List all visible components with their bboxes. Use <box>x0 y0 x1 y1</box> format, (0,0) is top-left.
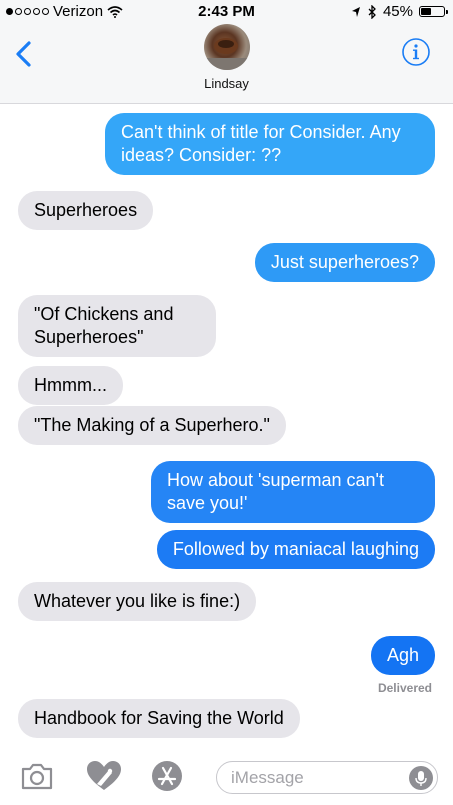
message-bubble[interactable]: Handbook for Saving the World <box>18 699 300 738</box>
message-bubble[interactable]: Hmmm... <box>18 366 123 405</box>
bluetooth-icon <box>368 4 376 19</box>
message-bubble[interactable]: Just superheroes? <box>254 243 435 282</box>
message-bubble[interactable]: "Of Chickens and Superheroes" <box>18 295 216 357</box>
message-bubble[interactable]: Whatever you like is fine:) <box>18 582 257 621</box>
delivered-status: Delivered <box>377 681 432 695</box>
app-store-button[interactable] <box>150 759 184 798</box>
app-store-icon <box>152 761 182 791</box>
location-arrow-icon <box>351 6 360 17</box>
info-button[interactable] <box>401 37 431 67</box>
message-bubble[interactable]: Followed by maniacal laughing <box>156 530 435 569</box>
message-bubble[interactable]: Agh <box>370 636 435 675</box>
status-right: 45% <box>351 3 448 20</box>
digital-touch-button[interactable] <box>84 759 124 798</box>
back-button[interactable] <box>10 37 40 71</box>
camera-button[interactable] <box>20 761 54 796</box>
contact-avatar[interactable] <box>204 24 250 70</box>
battery-percent: 45% <box>382 3 413 20</box>
message-bubble[interactable]: Superheroes <box>18 191 154 230</box>
chevron-left-icon <box>16 41 31 67</box>
info-icon <box>402 38 430 66</box>
message-bubble[interactable]: Can't think of title for Consider. Any i… <box>105 113 435 175</box>
message-bubble[interactable]: How about 'superman can't save you!' <box>151 461 435 523</box>
input-bar: iMessage <box>0 749 453 805</box>
message-bubble[interactable]: "The Making of a Superhero." <box>18 406 286 445</box>
imessage-input[interactable]: iMessage <box>216 761 438 794</box>
microphone-button[interactable] <box>409 766 433 790</box>
battery-icon <box>419 6 448 17</box>
microphone-icon <box>415 771 427 786</box>
camera-icon <box>21 763 53 790</box>
contact-name[interactable]: Lindsay <box>0 76 453 91</box>
status-bar: Verizon 2:43 PM 45% <box>0 0 453 22</box>
imessage-placeholder: iMessage <box>231 768 304 787</box>
digital-touch-icon <box>87 761 121 790</box>
